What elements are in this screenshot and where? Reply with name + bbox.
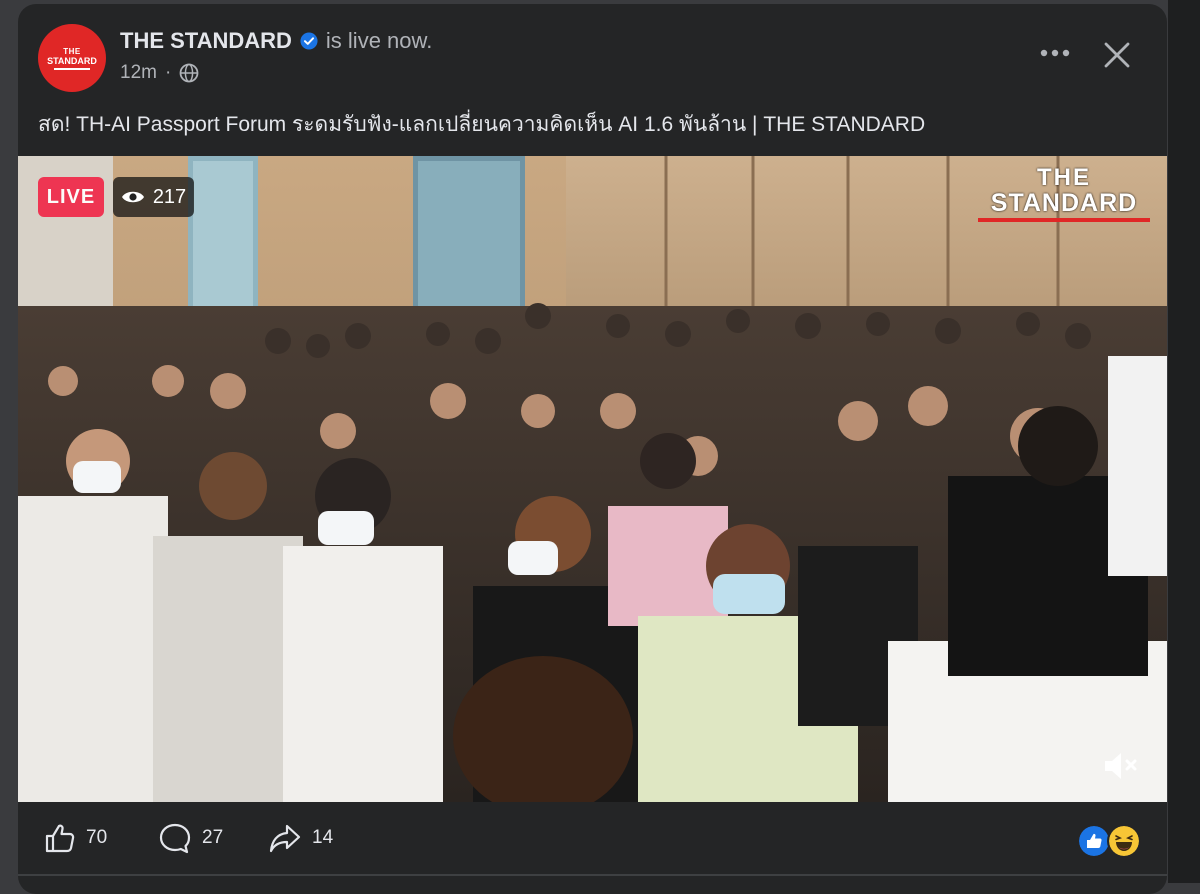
comment-count: 27 [202, 827, 224, 848]
like-count: 70 [86, 827, 108, 848]
post-actions-bar: 70 27 14 [18, 812, 1167, 872]
share-count: 14 [312, 827, 334, 848]
avatar-text-top: THE [63, 46, 81, 56]
page-name-link[interactable]: THE STANDARD [120, 28, 292, 54]
post-title: สด! TH-AI Passport Forum ระดมรับฟัง-แลกเ… [38, 113, 926, 136]
page-avatar[interactable]: THE STANDARD [38, 24, 106, 92]
more-options-button[interactable] [1038, 38, 1072, 68]
reaction-summary[interactable] [1077, 824, 1141, 858]
live-post-card: THE STANDARD THE STANDARD is live now. 1… [18, 4, 1167, 894]
post-header: THE STANDARD is live now. [120, 28, 432, 54]
verified-icon [300, 32, 318, 50]
viewer-count-badge: 217 [113, 177, 194, 217]
background-strip [1168, 0, 1200, 883]
viewer-count: 217 [152, 185, 187, 208]
watermark-line-1: THE [1037, 164, 1091, 191]
live-status-text: is live now. [325, 28, 433, 53]
watermark-line-2: STANDARD [990, 189, 1138, 217]
post-timestamp[interactable]: 12m [120, 62, 157, 84]
share-button[interactable]: 14 [268, 822, 333, 854]
comment-icon [159, 823, 191, 854]
close-icon [1104, 42, 1130, 68]
live-video-player[interactable]: LIVE 217 THE STANDARD [18, 156, 1167, 802]
mute-icon [1105, 753, 1137, 779]
like-reaction-icon [1077, 824, 1111, 858]
post-meta: 12m · [120, 62, 199, 84]
haha-reaction-icon [1107, 824, 1141, 858]
like-button[interactable]: 70 [44, 822, 107, 854]
meta-separator: · [164, 62, 172, 83]
live-badge: LIVE [38, 177, 104, 217]
watermark-underline [978, 218, 1150, 222]
close-button[interactable] [1100, 38, 1134, 72]
like-icon [45, 824, 75, 853]
card-divider [18, 874, 1167, 876]
video-frame [18, 156, 1167, 802]
channel-watermark: THE STANDARD [974, 166, 1154, 222]
eye-icon [121, 191, 144, 203]
avatar-underline [54, 67, 90, 70]
more-icon [1040, 49, 1070, 57]
globe-icon [179, 63, 199, 83]
mute-button[interactable] [1102, 750, 1140, 782]
comment-button[interactable]: 27 [158, 822, 223, 854]
share-icon [269, 824, 301, 853]
avatar-text-bottom: STANDARD [47, 55, 97, 66]
